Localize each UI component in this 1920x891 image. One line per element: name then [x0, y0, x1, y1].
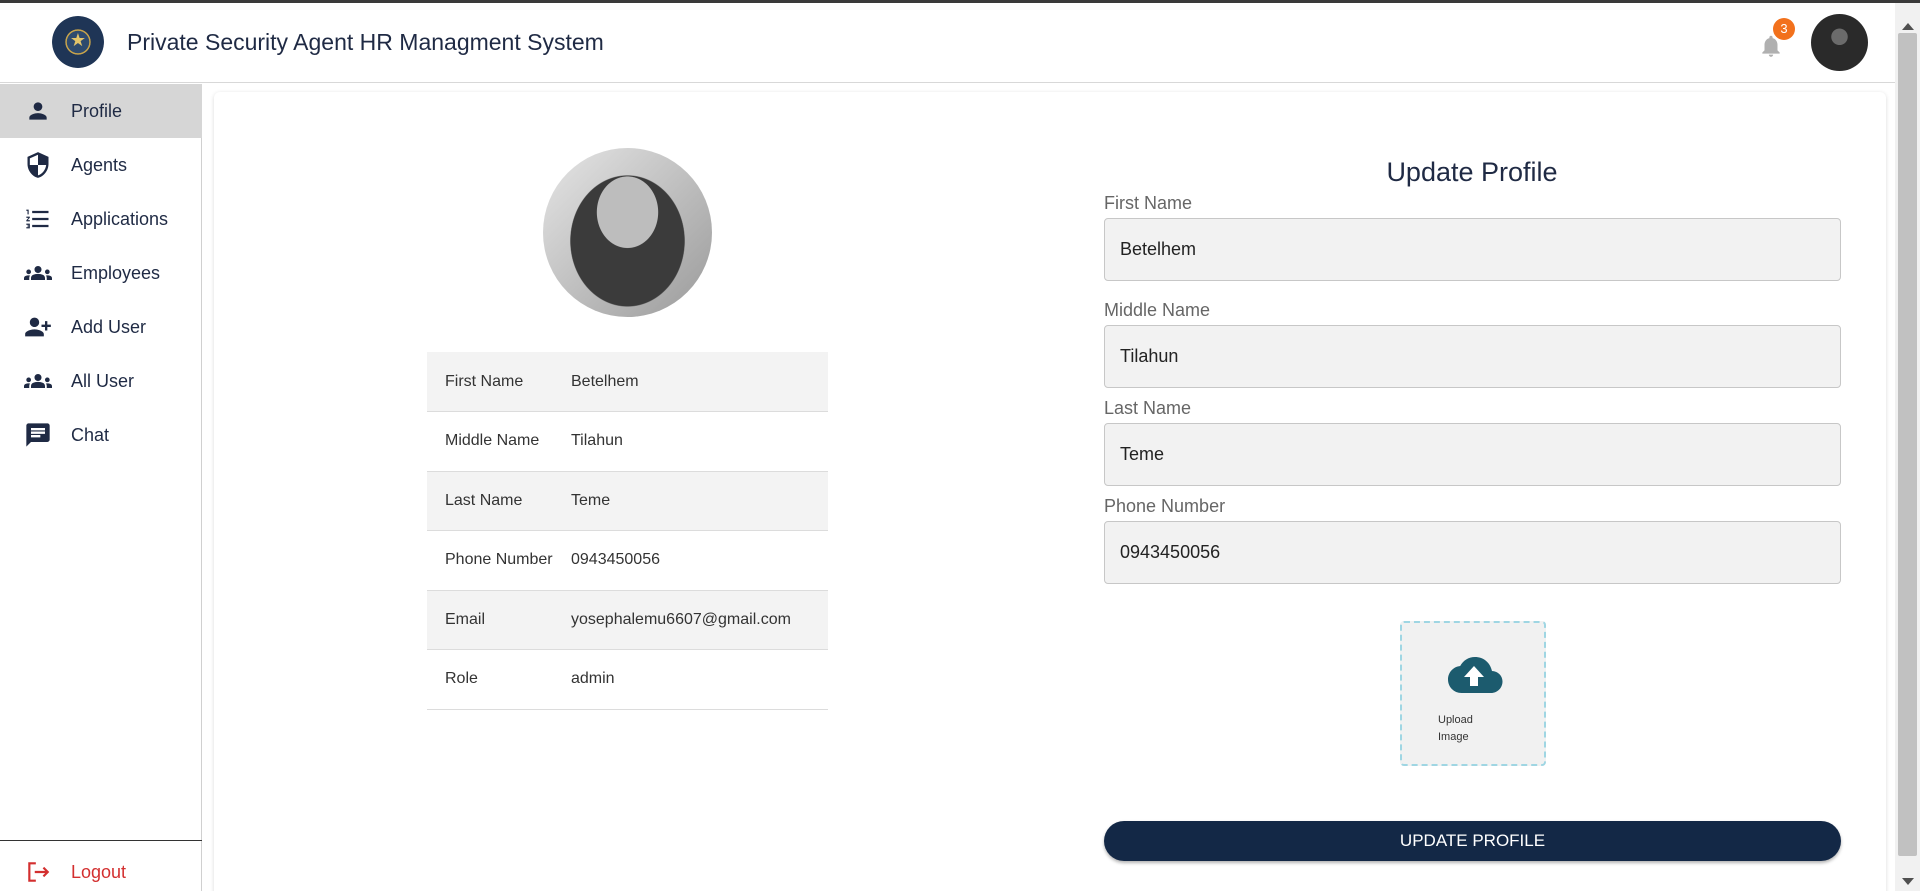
scroll-up-arrow[interactable]: [1902, 23, 1914, 30]
profile-photo: [543, 148, 712, 317]
row-value: 0943450056: [571, 551, 660, 569]
star-icon: ★: [69, 30, 87, 50]
last-name-label: Last Name: [1104, 398, 1192, 418]
logout-icon: [24, 858, 52, 886]
sidebar: Profile Agents Applications Employees Ad…: [0, 84, 202, 891]
row-key: Phone Number: [445, 551, 553, 569]
row-key: Last Name: [445, 491, 523, 509]
notification-badge: 3: [1773, 18, 1795, 40]
list-icon: [24, 205, 52, 233]
table-row: First Name Betelhem: [427, 352, 828, 412]
sidebar-item-profile[interactable]: Profile: [0, 84, 202, 138]
profile-info-table: First Name Betelhem Middle Name Tilahun …: [427, 352, 828, 710]
sidebar-item-agents[interactable]: Agents: [0, 138, 202, 192]
sidebar-item-applications[interactable]: Applications: [0, 192, 202, 246]
person-icon: [24, 97, 52, 125]
app-title: Private Security Agent HR Managment Syst…: [127, 29, 604, 55]
table-row: Role admin: [427, 650, 828, 709]
sidebar-item-add-user[interactable]: Add User: [0, 300, 202, 354]
table-row: Phone Number 0943450056: [427, 531, 828, 590]
logout-label: Logout: [71, 861, 127, 882]
row-key: First Name: [445, 372, 524, 390]
group-icon: [24, 259, 52, 287]
user-avatar[interactable]: [1811, 14, 1868, 71]
row-value: admin: [571, 670, 615, 688]
phone-number-label: Phone Number: [1104, 496, 1226, 516]
first-name-label: First Name: [1104, 193, 1193, 213]
row-value: yosephalemu6607@gmail.com: [571, 610, 791, 628]
group-icon: [24, 367, 52, 395]
chat-icon: [24, 421, 52, 449]
table-row: Middle Name Tilahun: [427, 412, 828, 471]
row-key: Middle Name: [445, 432, 540, 450]
row-value: Tilahun: [571, 432, 623, 450]
shield-icon: [24, 151, 52, 179]
update-profile-button[interactable]: UPDATE PROFILE: [1104, 821, 1841, 861]
row-value: Betelhem: [571, 372, 639, 390]
sidebar-item-chat[interactable]: Chat: [0, 408, 202, 462]
cloud-upload-icon: [1448, 657, 1503, 693]
table-row: Email yosephalemu6607@gmail.com: [427, 590, 828, 650]
app-logo[interactable]: ★: [52, 16, 104, 68]
sidebar-item-label: Add User: [71, 316, 147, 337]
sidebar-item-label: Applications: [71, 208, 169, 229]
person-add-icon: [24, 313, 52, 341]
middle-name-label: Middle Name: [1104, 300, 1211, 320]
scroll-thumb[interactable]: [1898, 33, 1917, 856]
sidebar-item-label: Employees: [71, 262, 161, 283]
last-name-field[interactable]: [1104, 423, 1841, 486]
upload-image-label: Upload Image: [1438, 714, 1473, 743]
phone-number-field[interactable]: [1104, 521, 1841, 584]
first-name-field[interactable]: [1104, 218, 1841, 281]
sidebar-item-label: All User: [71, 370, 135, 391]
table-row: Last Name Teme: [427, 471, 828, 531]
logout-button[interactable]: Logout: [0, 852, 202, 891]
row-key: Email: [445, 610, 486, 628]
sidebar-item-all-user[interactable]: All User: [0, 354, 202, 408]
scroll-down-arrow[interactable]: [1902, 878, 1914, 885]
row-value: Teme: [571, 491, 611, 509]
page-scrollbar[interactable]: [1895, 3, 1920, 891]
middle-name-field[interactable]: [1104, 325, 1841, 388]
sidebar-item-label: Agents: [71, 154, 128, 175]
sidebar-item-label: Profile: [71, 100, 123, 121]
app-header: ★ Private Security Agent HR Managment Sy…: [0, 3, 1895, 83]
sidebar-divider: [0, 840, 202, 841]
upload-image-button[interactable]: Upload Image: [1400, 621, 1546, 766]
sidebar-item-employees[interactable]: Employees: [0, 246, 202, 300]
form-title: Update Profile: [1386, 157, 1558, 187]
row-key: Role: [445, 670, 478, 688]
sidebar-item-label: Chat: [71, 424, 110, 445]
